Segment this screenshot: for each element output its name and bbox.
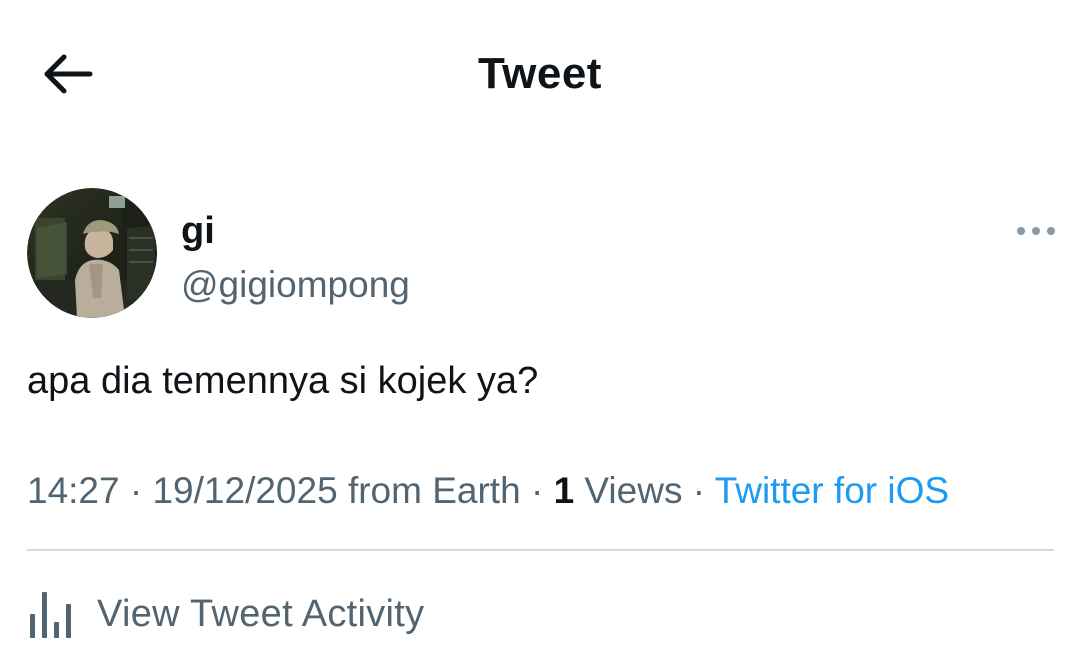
meta-separator: · — [520, 470, 554, 511]
tweet-text: apa dia temennya si kojek ya? — [27, 360, 539, 402]
tweet-date-location: 19/12/2025 from Earth — [152, 470, 521, 511]
analytics-bars-icon — [30, 592, 71, 638]
tweet-time: 14:27 — [27, 470, 120, 511]
avatar[interactable] — [27, 188, 157, 318]
more-horizontal-icon — [1017, 227, 1055, 235]
divider — [27, 549, 1054, 551]
author-handle[interactable]: @gigiompong — [181, 262, 410, 308]
view-tweet-activity-label: View Tweet Activity — [97, 593, 425, 635]
view-tweet-activity-button[interactable]: View Tweet Activity — [27, 586, 424, 642]
tweet-meta: 14:27 · 19/12/2025 from Earth · 1 Views … — [27, 466, 949, 516]
meta-separator: · — [682, 470, 715, 511]
tweet-source-link[interactable]: Twitter for iOS — [715, 470, 949, 511]
meta-separator: · — [119, 470, 153, 511]
author-display-name[interactable]: gi — [181, 208, 215, 254]
page-title: Tweet — [478, 49, 602, 98]
avatar-photo — [27, 188, 157, 318]
tweet-detail-page: Tweet gi @gigiompong apa dia temennya si… — [0, 0, 1080, 668]
more-options-button[interactable] — [1012, 218, 1060, 244]
views-count: 1 — [553, 470, 575, 511]
views-label: Views — [574, 470, 683, 511]
